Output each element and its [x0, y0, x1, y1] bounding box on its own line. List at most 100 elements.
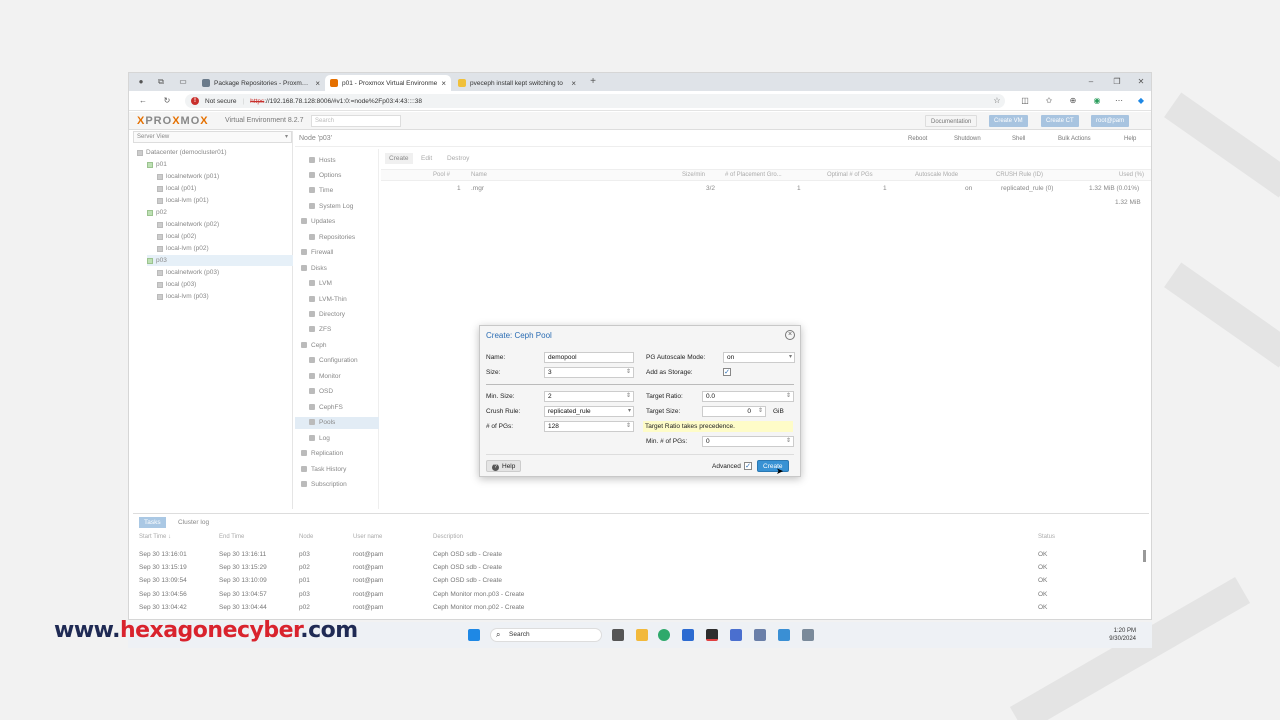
menu-item-lvm-thin[interactable]: LVM-Thin [295, 294, 379, 306]
tab-actions-icon[interactable]: ▭ [177, 76, 189, 88]
restore-button[interactable]: ❐ [1111, 76, 1123, 88]
documentation-button[interactable]: Documentation [925, 115, 978, 127]
tab-package-repositories[interactable]: Package Repositories - Proxmox V × [197, 75, 325, 91]
close-icon[interactable]: × [571, 79, 576, 88]
tab-pveceph[interactable]: pveceph install kept switching to × [453, 75, 581, 91]
tab-tasks[interactable]: Tasks [139, 517, 166, 528]
app-icon[interactable] [778, 629, 790, 641]
tree-storage[interactable]: local (p03) [157, 279, 317, 290]
column-header[interactable]: Start Time ↓ [139, 534, 171, 540]
close-icon[interactable]: × [315, 79, 320, 88]
tree-storage[interactable]: local-lvm (p02) [157, 243, 317, 254]
column-header[interactable]: Autoscale Mode [915, 172, 958, 178]
advanced-checkbox[interactable]: ✓ [744, 462, 752, 470]
pgs-spinner[interactable]: 128 ⇕ [544, 421, 634, 432]
pg-autoscale-select[interactable]: on ▾ [723, 352, 795, 363]
column-header[interactable]: End Time [219, 534, 244, 540]
back-icon[interactable]: ← [137, 95, 149, 107]
destroy-pool-button[interactable]: Destroy [443, 153, 473, 164]
tree-storage[interactable]: local-lvm (p03) [157, 291, 317, 302]
tab-cluster-log[interactable]: Cluster log [173, 517, 214, 528]
windows-start-icon[interactable] [468, 629, 480, 641]
menu-item-log[interactable]: Log [295, 433, 379, 445]
menu-item-hosts[interactable]: Hosts [295, 155, 379, 167]
menu-item-osd[interactable]: OSD [295, 386, 379, 398]
extension-icon[interactable]: ◉ [1091, 95, 1103, 107]
app-icon[interactable] [730, 629, 742, 641]
tree-storage[interactable]: localnetwork (p02) [157, 219, 317, 230]
menu-item-disks[interactable]: Disks [295, 263, 379, 275]
column-header[interactable]: Pool # [433, 172, 450, 178]
create-ct-button[interactable]: Create CT [1041, 115, 1079, 127]
name-input[interactable]: demopool [544, 352, 634, 363]
close-icon[interactable]: × [441, 79, 446, 88]
tree-node-p01[interactable]: p01 [147, 159, 307, 170]
system-clock[interactable]: 1:20 PM 9/30/2024 [1109, 627, 1136, 643]
menu-item-replication[interactable]: Replication [295, 448, 379, 460]
menu-item-pools[interactable]: Pools [295, 417, 379, 429]
view-selector[interactable]: Server View ▾ [133, 131, 292, 143]
store-icon[interactable] [682, 629, 694, 641]
scrollbar-thumb[interactable] [1143, 550, 1146, 562]
menu-item-options[interactable]: Options [295, 170, 379, 182]
target-ratio-spinner[interactable]: 0.0 ⇕ [702, 391, 794, 402]
refresh-icon[interactable]: ↻ [161, 95, 173, 107]
tree-storage[interactable]: local (p01) [157, 183, 317, 194]
menu-item-time[interactable]: Time [295, 185, 379, 197]
new-tab-button[interactable]: + [587, 76, 599, 88]
help-button[interactable]: Help [1121, 134, 1139, 144]
split-screen-icon[interactable]: ◫ [1019, 95, 1031, 107]
add-storage-checkbox[interactable]: ✓ [723, 368, 731, 376]
tree-storage[interactable]: localnetwork (p03) [157, 267, 317, 278]
edit-pool-button[interactable]: Edit [417, 153, 436, 164]
column-header[interactable]: User name [353, 534, 382, 540]
user-menu-button[interactable]: root@pam [1091, 115, 1130, 127]
menu-item-firewall[interactable]: Firewall [295, 247, 379, 259]
more-menu-icon[interactable]: ⋯ [1113, 95, 1125, 107]
task-view-icon[interactable] [612, 629, 624, 641]
min-size-spinner[interactable]: 2 ⇕ [544, 391, 634, 402]
taskbar-search[interactable]: Search [490, 628, 602, 642]
app-icon[interactable] [754, 629, 766, 641]
tab-proxmox[interactable]: p01 - Proxmox Virtual Environme × [325, 75, 451, 91]
size-spinner[interactable]: 3 ⇕ [544, 367, 634, 378]
menu-item-cephfs[interactable]: CephFS [295, 402, 379, 414]
terminal-icon[interactable] [706, 629, 718, 641]
column-header[interactable]: Used (%) [1119, 172, 1144, 178]
tree-storage[interactable]: local-lvm (p01) [157, 195, 317, 206]
favorite-star-icon[interactable]: ☆ [991, 95, 1003, 107]
column-header[interactable]: # of Placement Gro... [725, 172, 782, 178]
menu-item-repositories[interactable]: Repositories [295, 232, 379, 244]
menu-item-system-log[interactable]: System Log [295, 201, 379, 213]
create-vm-button[interactable]: Create VM [989, 115, 1028, 127]
help-button[interactable]: ? Help [486, 460, 522, 472]
tree-datacenter[interactable]: Datacenter (democluster01) [137, 147, 297, 158]
column-header[interactable]: Status [1038, 534, 1055, 540]
file-explorer-icon[interactable] [636, 629, 648, 641]
menu-item-lvm[interactable]: LVM [295, 278, 379, 290]
close-icon[interactable]: × [785, 330, 795, 340]
menu-item-directory[interactable]: Directory [295, 309, 379, 321]
profile-icon[interactable]: ● [135, 76, 147, 88]
shell-button[interactable]: Shell [1009, 134, 1028, 144]
column-header[interactable]: Description [433, 534, 463, 540]
crush-rule-select[interactable]: replicated_rule ▾ [544, 406, 634, 417]
menu-item-subscription[interactable]: Subscription [295, 479, 379, 491]
copilot-icon[interactable]: ◆ [1135, 95, 1147, 107]
shutdown-button[interactable]: Shutdown [951, 134, 984, 144]
edge-browser-icon[interactable] [658, 629, 670, 641]
menu-item-updates[interactable]: Updates [295, 216, 379, 228]
column-header[interactable]: Size/min [682, 172, 705, 178]
column-header[interactable]: Node [299, 534, 313, 540]
url-field[interactable]: ! Not secure | https://192.168.78.128:80… [185, 94, 1005, 108]
search-input[interactable]: Search [311, 115, 401, 127]
bulk-actions-button[interactable]: Bulk Actions [1055, 134, 1094, 144]
tree-storage[interactable]: localnetwork (p01) [157, 171, 317, 182]
app-icon[interactable] [802, 629, 814, 641]
menu-item-configuration[interactable]: Configuration [295, 355, 379, 367]
tree-storage[interactable]: local (p02) [157, 231, 317, 242]
column-header[interactable]: Optimal # of PGs [827, 172, 873, 178]
menu-item-task-history[interactable]: Task History [295, 464, 379, 476]
reboot-button[interactable]: Reboot [905, 134, 930, 144]
column-header[interactable]: CRUSH Rule (ID) [996, 172, 1043, 178]
